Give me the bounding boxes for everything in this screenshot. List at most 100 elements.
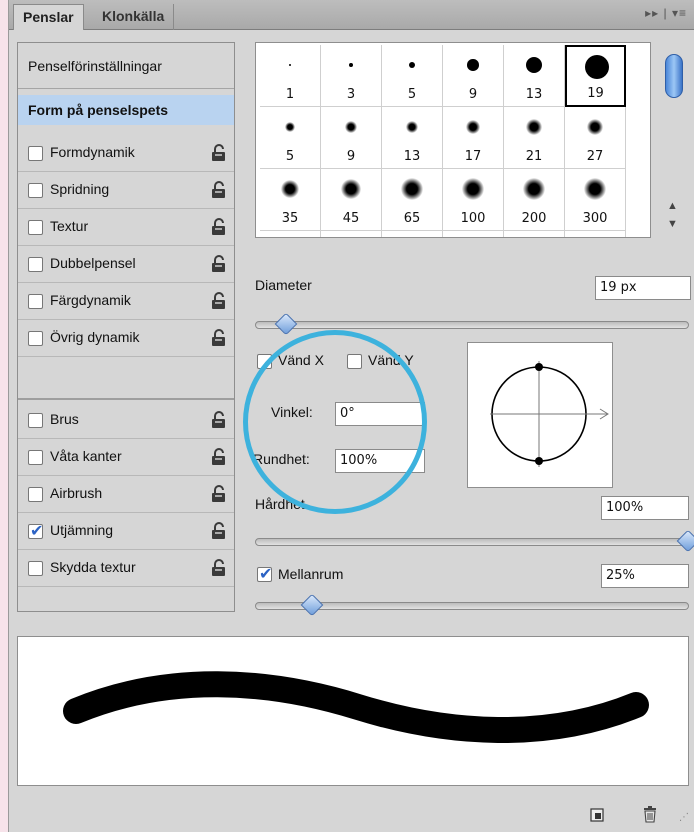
brush-tip-thumbnail <box>525 56 543 74</box>
lock-icon[interactable] <box>211 559 227 577</box>
brush-presets-button[interactable]: Penselförinställningar <box>18 43 234 89</box>
brush-preset-cell[interactable]: 17 <box>443 107 504 169</box>
scroll-up-icon[interactable]: ▲ <box>667 200 678 212</box>
sidebar-option-row[interactable]: ✔ Utjämning <box>18 513 234 550</box>
scroll-down-icon[interactable]: ▼ <box>667 218 678 230</box>
brush-tip-thumbnail <box>467 59 479 71</box>
scatter-brush-thumbnail <box>397 237 429 238</box>
lock-icon[interactable] <box>211 292 227 310</box>
lock-icon[interactable] <box>211 255 227 273</box>
sidebar-option-row[interactable]: Skydda textur <box>18 550 234 587</box>
lock-icon[interactable] <box>211 448 227 466</box>
brush-preset-cell[interactable]: 300 <box>565 169 626 231</box>
panel-menu-icon[interactable]: ▸▸ | ▾≡ <box>645 6 687 20</box>
trash-icon[interactable] <box>641 804 659 824</box>
brush-size-label: 200 <box>521 211 547 226</box>
spacing-field[interactable]: 25% <box>601 564 689 588</box>
preset-grid-scrollbar[interactable]: ▲ ▼ <box>655 42 689 238</box>
option-label: Spridning <box>50 181 110 197</box>
lock-icon[interactable] <box>211 181 227 199</box>
brush-preset-cell[interactable]: 35 <box>260 169 321 231</box>
brush-tip-thumbnail <box>522 177 546 201</box>
scrollbar-thumb[interactable] <box>665 54 683 98</box>
spacing-checkbox[interactable]: ✔ <box>257 566 272 583</box>
brush-preset-cell[interactable] <box>382 231 443 238</box>
sidebar-option-row[interactable]: Formdynamik <box>18 135 234 172</box>
tab-clone-source[interactable]: Klonkälla <box>93 4 175 30</box>
hardness-slider[interactable] <box>255 529 694 553</box>
brush-preset-cell[interactable]: 13 <box>382 107 443 169</box>
brush-size-label: 5 <box>407 87 417 102</box>
flip-x-checkbox[interactable] <box>257 354 272 369</box>
brush-preset-cell[interactable] <box>260 231 321 237</box>
option-checkbox[interactable] <box>28 294 43 309</box>
option-checkbox[interactable] <box>28 331 43 346</box>
brush-size-label: 17 <box>464 149 482 164</box>
option-checkbox[interactable] <box>28 146 43 161</box>
resize-grip-icon[interactable]: ⋰ <box>679 812 689 823</box>
lock-icon[interactable] <box>211 411 227 429</box>
brush-preset-cell[interactable]: 3 <box>321 45 382 107</box>
brush-preset-cell[interactable]: 19 <box>565 45 626 107</box>
option-checkbox[interactable] <box>28 561 43 576</box>
lock-icon[interactable] <box>211 144 227 162</box>
tab-brushes[interactable]: Penslar <box>13 4 84 30</box>
brush-preset-cell[interactable]: 200 <box>504 169 565 231</box>
roundness-field[interactable]: 100% <box>335 449 425 473</box>
sidebar-option-row[interactable]: Dubbelpensel <box>18 246 234 283</box>
option-checkbox[interactable]: ✔ <box>28 523 43 540</box>
sidebar-option-row[interactable]: Spridning <box>18 172 234 209</box>
brush-preset-cell[interactable] <box>443 231 504 238</box>
flip-y-checkbox[interactable] <box>347 354 362 369</box>
new-preset-icon[interactable] <box>589 804 607 824</box>
option-checkbox[interactable] <box>28 183 43 198</box>
sidebar-option-row[interactable]: Övrig dynamik <box>18 320 234 357</box>
sidebar-option-row[interactable]: Textur <box>18 209 234 246</box>
brush-preset-cell[interactable]: 65 <box>382 169 443 231</box>
sidebar-item-brush-tip-shape[interactable]: Form på penselspets <box>18 95 234 125</box>
brush-preset-cell[interactable]: 27 <box>565 107 626 169</box>
brush-preset-cell[interactable]: 100 <box>443 169 504 231</box>
lock-icon[interactable] <box>211 329 227 347</box>
brush-preset-cell[interactable]: 9 <box>443 45 504 107</box>
brush-preset-cell[interactable]: 13 <box>504 45 565 107</box>
angle-field[interactable]: 0° <box>335 402 425 426</box>
option-checkbox[interactable] <box>28 450 43 465</box>
spacing-slider[interactable] <box>255 593 689 617</box>
brush-preset-cell[interactable]: 9 <box>321 107 382 169</box>
spacing-slider-knob[interactable] <box>301 593 324 617</box>
sidebar-option-row[interactable]: Färgdynamik <box>18 283 234 320</box>
option-checkbox[interactable] <box>28 487 43 502</box>
sidebar-option-row[interactable]: Airbrush <box>18 476 234 513</box>
brush-preset-cell[interactable]: 45 <box>321 169 382 231</box>
sidebar-option-row[interactable]: Brus <box>18 402 234 439</box>
brush-preset-cell[interactable]: 1 <box>260 45 321 107</box>
option-checkbox[interactable] <box>28 257 43 272</box>
hardness-slider-knob[interactable] <box>676 529 694 553</box>
lock-icon[interactable] <box>211 522 227 540</box>
option-label: Airbrush <box>50 485 103 501</box>
scatter-brush-thumbnail <box>336 237 368 238</box>
brush-preset-cell[interactable] <box>504 231 565 238</box>
brush-preset-cell[interactable] <box>565 231 626 237</box>
diameter-slider-knob[interactable] <box>275 312 298 336</box>
diameter-slider[interactable] <box>255 312 689 336</box>
option-checkbox[interactable] <box>28 220 43 235</box>
brush-preset-grid[interactable]: 1 3 5 9 13 19 5 9 13 17 21 27 35 45 65 100 200 300 <box>255 42 651 238</box>
diameter-field[interactable]: 19 px <box>595 276 691 300</box>
lock-icon[interactable] <box>211 218 227 236</box>
scatter-brush-thumbnail <box>458 237 490 238</box>
brush-size-label: 13 <box>403 149 421 164</box>
hardness-field[interactable]: 100% <box>601 496 689 520</box>
scatter-brush-thumbnail <box>519 237 551 238</box>
lock-icon[interactable] <box>211 485 227 503</box>
brush-tip-thumbnail <box>408 61 416 69</box>
brush-preset-cell[interactable] <box>321 231 382 238</box>
brush-preset-cell[interactable]: 5 <box>260 107 321 169</box>
sidebar-option-row[interactable]: Våta kanter <box>18 439 234 476</box>
angle-roundness-preview[interactable] <box>467 342 613 488</box>
option-checkbox[interactable] <box>28 413 43 428</box>
brush-preset-cell[interactable]: 21 <box>504 107 565 169</box>
brush-preset-cell[interactable]: 5 <box>382 45 443 107</box>
brush-tip-thumbnail <box>345 121 357 133</box>
